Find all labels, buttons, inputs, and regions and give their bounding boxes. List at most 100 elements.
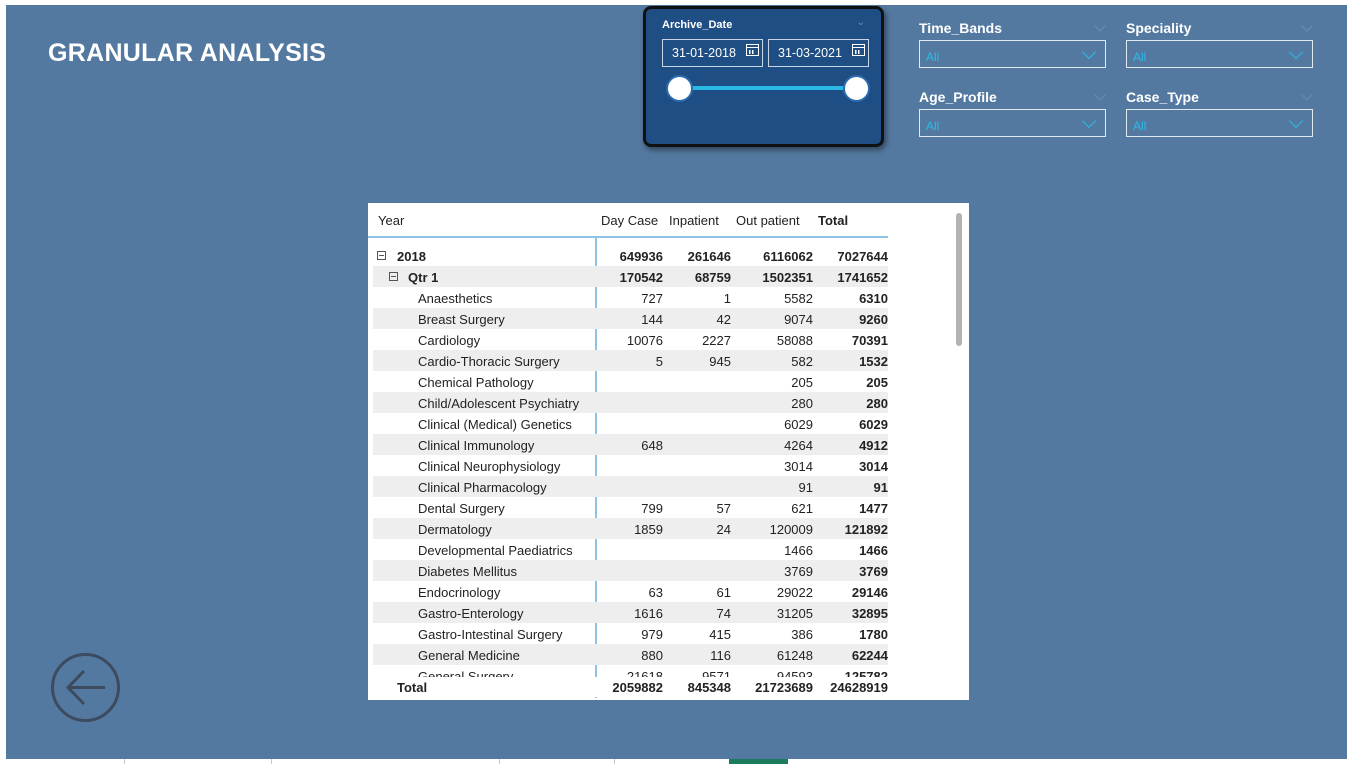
cell-out-patient: 280	[791, 396, 813, 411]
speciality-label: Clinical Neurophysiology	[418, 459, 561, 474]
speciality-dropdown[interactable]: All	[1126, 40, 1313, 68]
calendar-icon[interactable]	[746, 44, 759, 56]
cell-inpatient: 1	[723, 291, 731, 306]
year-day-case: 649936	[619, 249, 663, 264]
tab-separator	[614, 759, 615, 764]
chevron-down-icon[interactable]: ⌄	[857, 17, 865, 28]
cell-inpatient: 945	[709, 354, 731, 369]
speciality-label: Clinical Pharmacology	[418, 480, 547, 495]
header-year[interactable]: Year	[378, 213, 404, 228]
table-row: Diabetes Mellitus 3769 3769	[373, 560, 888, 581]
year-row: 2018 649936 261646 6116062 7027644	[373, 245, 888, 266]
header-inpatient[interactable]: Inpatient	[669, 213, 719, 228]
cell-out-patient: 31205	[776, 606, 813, 621]
age-profile-slicer: Age_Profile All	[919, 89, 1106, 137]
date-range-track[interactable]	[680, 86, 857, 90]
total-out-patient: 21723689	[755, 680, 813, 695]
cell-day-case: 648	[641, 438, 663, 453]
header-day-case[interactable]: Day Case	[601, 213, 658, 228]
table-row: Clinical Immunology 648 4264 4912	[373, 434, 888, 455]
cell-total: 3769	[859, 564, 888, 579]
case-type-label: Case_Type	[1126, 89, 1199, 105]
quarter-total: 1741652	[837, 270, 888, 285]
matrix-scrollbar[interactable]	[956, 213, 962, 346]
table-row: Breast Surgery 144 42 9074 9260	[373, 308, 888, 329]
speciality-label: Anaesthetics	[418, 291, 493, 306]
total-day-case: 2059882	[612, 680, 663, 695]
table-row: Clinical Neurophysiology 3014 3014	[373, 455, 888, 476]
speciality-label: Diabetes Mellitus	[418, 564, 517, 579]
cell-total: 205	[866, 375, 888, 390]
year-label: 2018	[397, 249, 426, 264]
cell-out-patient: 9074	[784, 312, 813, 327]
speciality-label: Dental Surgery	[418, 501, 505, 516]
end-date-input[interactable]: 31-03-2021	[768, 39, 869, 67]
granular-matrix: Year Day Case Inpatient Out patient Tota…	[368, 203, 969, 700]
cell-out-patient: 58088	[776, 333, 813, 348]
cell-total: 62244	[851, 648, 888, 663]
speciality-label: Child/Adolescent Psychiatry	[418, 396, 580, 411]
cell-out-patient: 621	[791, 501, 813, 516]
cell-day-case: 1859	[634, 522, 663, 537]
tab-separator	[499, 759, 500, 764]
case-type-dropdown[interactable]: All	[1126, 109, 1313, 137]
speciality-label: Developmental Paediatrics	[418, 543, 573, 558]
active-page-tab[interactable]	[729, 759, 788, 764]
age-profile-value: All	[926, 119, 940, 133]
header-total[interactable]: Total	[818, 213, 848, 228]
quarter-day-case: 170542	[619, 270, 663, 285]
cell-total: 4912	[859, 438, 888, 453]
start-date-input[interactable]: 31-01-2018	[662, 39, 763, 67]
table-row: Dermatology 1859 24 120009 121892	[373, 518, 888, 539]
speciality-label: Clinical (Medical) Genetics	[418, 417, 572, 432]
cell-total: 1532	[859, 354, 888, 369]
cell-inpatient: 57	[716, 501, 731, 516]
cell-inpatient: 74	[716, 606, 731, 621]
cell-out-patient: 6029	[784, 417, 813, 432]
speciality-label: Dermatology	[418, 522, 492, 537]
calendar-icon[interactable]	[852, 44, 865, 56]
table-row: Chemical Pathology 205 205	[373, 371, 888, 392]
page-title: GRANULAR ANALYSIS	[48, 39, 327, 67]
cell-day-case: 10076	[626, 333, 663, 348]
table-row: Cardiology 10076 2227 58088 70391	[373, 329, 888, 350]
cell-inpatient: 61	[716, 585, 731, 600]
cell-out-patient: 120009	[769, 522, 813, 537]
cell-day-case: 880	[641, 648, 663, 663]
table-row: General Medicine 880 116 61248 62244	[373, 644, 888, 665]
speciality-label: Clinical Immunology	[418, 438, 535, 453]
cell-total: 3014	[859, 459, 888, 474]
speciality-label: Breast Surgery	[418, 312, 505, 327]
age-profile-dropdown[interactable]: All	[919, 109, 1106, 137]
collapse-icon[interactable]	[377, 251, 386, 260]
speciality-slicer: Speciality All	[1126, 20, 1313, 68]
table-row: Developmental Paediatrics 1466 1466	[373, 539, 888, 560]
cell-out-patient: 3769	[784, 564, 813, 579]
table-row: Clinical Pharmacology 91 91	[373, 476, 888, 497]
back-button[interactable]	[51, 653, 120, 722]
cell-total: 6310	[859, 291, 888, 306]
cell-total: 32895	[851, 606, 888, 621]
quarter-out-patient: 1502351	[762, 270, 813, 285]
collapse-icon[interactable]	[389, 272, 398, 281]
cell-out-patient: 61248	[776, 648, 813, 663]
time-bands-dropdown[interactable]: All	[919, 40, 1106, 68]
report-canvas: GRANULAR ANALYSIS Archive_Date ⌄ 31-01-2…	[6, 5, 1347, 759]
table-row: Dental Surgery 799 57 621 1477	[373, 497, 888, 518]
cell-out-patient: 205	[791, 375, 813, 390]
range-start-handle[interactable]	[666, 75, 693, 102]
range-end-handle[interactable]	[843, 75, 870, 102]
archive-date-slicer: Archive_Date ⌄ 31-01-2018 31-03-2021	[643, 6, 884, 147]
cell-day-case: 144	[641, 312, 663, 327]
tab-separator	[271, 759, 272, 764]
cell-total: 1477	[859, 501, 888, 516]
header-out-patient[interactable]: Out patient	[736, 213, 800, 228]
cell-total: 1466	[859, 543, 888, 558]
total-grand: 24628919	[830, 680, 888, 695]
table-row: Anaesthetics 727 1 5582 6310	[373, 287, 888, 308]
case-type-value: All	[1133, 119, 1147, 133]
speciality-label: Cardio-Thoracic Surgery	[418, 354, 560, 369]
chevron-down-icon	[1288, 113, 1304, 129]
total-row: Total 2059882 845348 21723689 24628919	[373, 677, 888, 697]
table-row: Endocrinology 63 61 29022 29146	[373, 581, 888, 602]
